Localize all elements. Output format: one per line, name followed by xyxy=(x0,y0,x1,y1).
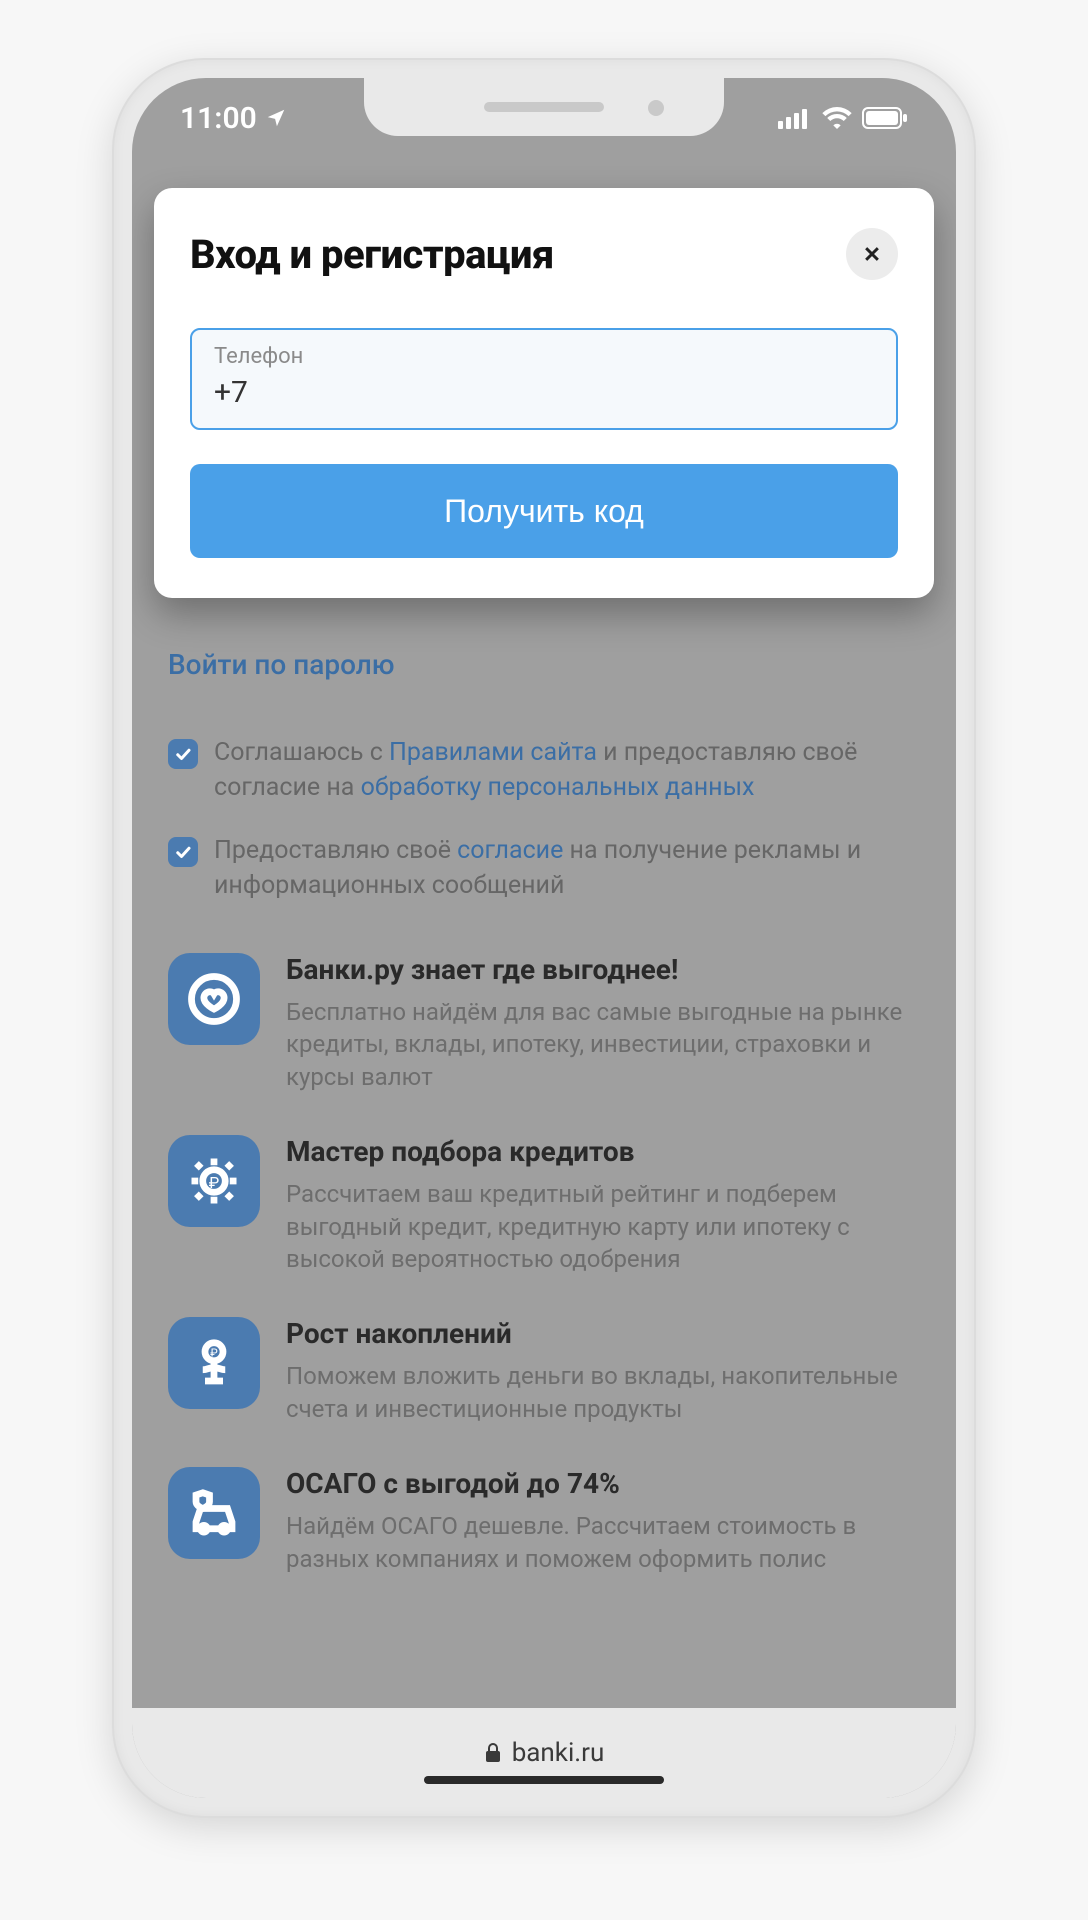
close-button[interactable] xyxy=(846,228,898,280)
feature-item: ₽ Рост накоплений Поможем вложить деньги… xyxy=(168,1317,920,1425)
feature-item: ОСАГО с выгодой до 74% Найдём ОСАГО деше… xyxy=(168,1467,920,1575)
lock-icon xyxy=(484,1743,502,1763)
feature-title: ОСАГО с выгодой до 74% xyxy=(286,1467,920,1500)
status-time: 11:00 xyxy=(180,101,257,136)
get-code-button[interactable]: Получить код xyxy=(190,464,898,558)
phone-input[interactable] xyxy=(214,375,874,410)
consent-marketing: Предоставляю своё согласие на получение … xyxy=(168,833,920,903)
feature-title: Мастер подбора кредитов xyxy=(286,1135,920,1168)
feature-title: Банки.ру знает где выгоднее! xyxy=(286,953,920,986)
feature-item: Банки.ру знает где выгоднее! Бесплатно н… xyxy=(168,953,920,1093)
heart-icon xyxy=(168,953,260,1045)
feature-desc: Рассчитаем ваш кредитный рейтинг и подбе… xyxy=(286,1178,920,1275)
personal-data-link[interactable]: обработку персональных данных xyxy=(361,773,755,802)
consent-text: Соглашаюсь с xyxy=(214,738,389,767)
cellular-icon xyxy=(778,107,812,129)
modal-title: Вход и регистрация xyxy=(190,231,554,278)
notch xyxy=(364,78,724,136)
login-with-password-link[interactable]: Войти по паролю xyxy=(168,648,920,681)
consent-text: Предоставляю своё xyxy=(214,836,457,865)
home-indicator[interactable] xyxy=(424,1776,664,1784)
marketing-consent-link[interactable]: согласие xyxy=(457,836,563,865)
svg-text:₽: ₽ xyxy=(209,1173,219,1192)
consent-marketing-checkbox[interactable] xyxy=(168,837,198,867)
browser-domain: banki.ru xyxy=(512,1738,605,1768)
svg-text:₽: ₽ xyxy=(210,1347,218,1360)
close-icon xyxy=(862,244,882,264)
consent-rules-checkbox[interactable] xyxy=(168,739,198,769)
feature-title: Рост накоплений xyxy=(286,1317,920,1350)
wifi-icon xyxy=(822,107,852,129)
consent-rules: Соглашаюсь с Правилами сайта и предостав… xyxy=(168,735,920,805)
battery-icon xyxy=(862,107,908,129)
feature-item: ₽ Мастер подбора кредитов Рассчитаем ваш… xyxy=(168,1135,920,1275)
phone-frame: 11:00 xyxy=(114,60,974,1816)
phone-field[interactable]: Телефон xyxy=(190,328,898,430)
feature-desc: Поможем вложить деньги во вклады, накопи… xyxy=(286,1360,920,1425)
feature-desc: Найдём ОСАГО дешевле. Рассчитаем стоимос… xyxy=(286,1510,920,1575)
phone-label: Телефон xyxy=(214,344,874,369)
growth-icon: ₽ xyxy=(168,1317,260,1409)
login-modal: Вход и регистрация Телефон Получить код xyxy=(154,188,934,598)
gear-ruble-icon: ₽ xyxy=(168,1135,260,1227)
location-icon xyxy=(265,107,287,129)
site-rules-link[interactable]: Правилами сайта xyxy=(389,738,597,767)
feature-desc: Бесплатно найдём для вас самые выгодные … xyxy=(286,996,920,1093)
car-shield-icon xyxy=(168,1467,260,1559)
browser-address-bar[interactable]: banki.ru xyxy=(132,1708,956,1798)
